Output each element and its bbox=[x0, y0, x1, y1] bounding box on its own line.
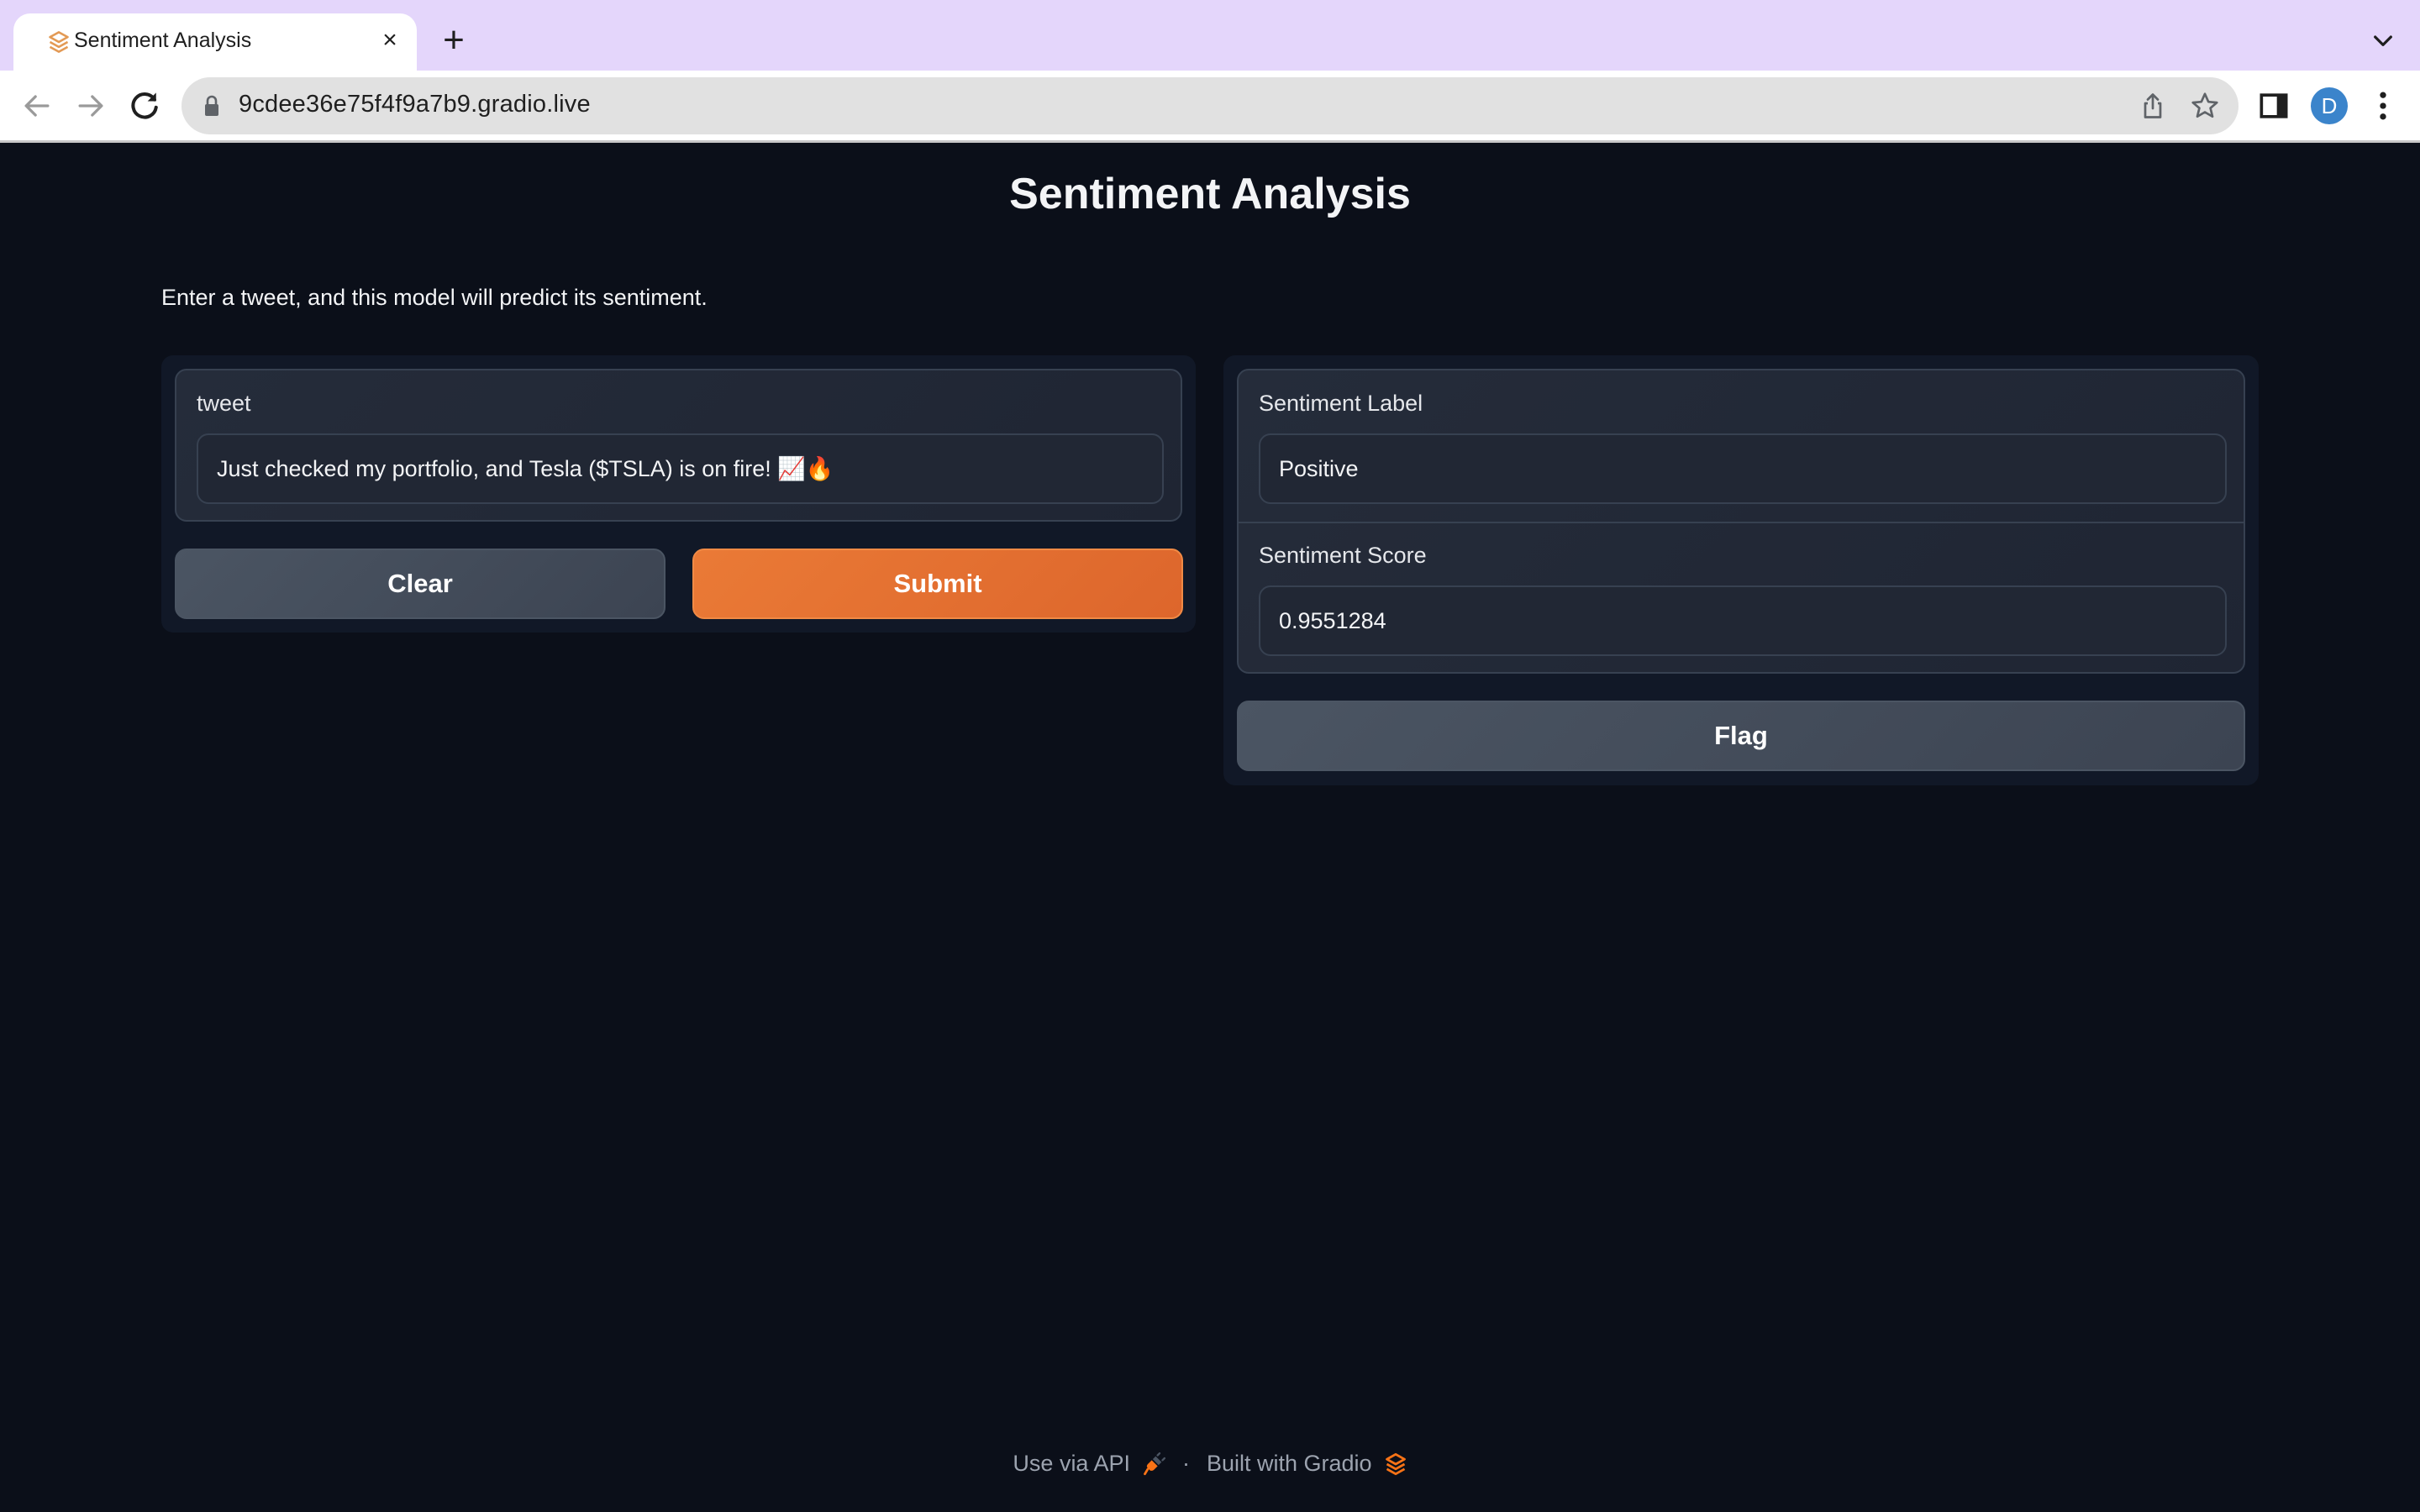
tweet-label: tweet bbox=[197, 391, 251, 416]
clear-button[interactable]: Clear bbox=[175, 549, 666, 619]
sentiment-label-value: Positive bbox=[1279, 455, 1359, 481]
reload-icon[interactable] bbox=[126, 87, 163, 124]
submit-button[interactable]: Submit bbox=[692, 549, 1183, 619]
url-text[interactable]: 9cdee36e75f4f9a7b9.gradio.live bbox=[239, 91, 591, 118]
tab-title: Sentiment Analysis bbox=[74, 29, 252, 52]
lock-icon[interactable] bbox=[203, 94, 220, 118]
plug-icon bbox=[1144, 1452, 1165, 1475]
browser-toolbar: 9cdee36e75f4f9a7b9.gradio.live D bbox=[0, 71, 2420, 143]
sentiment-score-output[interactable]: 0.9551284 bbox=[1259, 585, 2227, 656]
chevron-down-icon[interactable] bbox=[2370, 27, 2396, 54]
share-icon[interactable] bbox=[2138, 91, 2168, 121]
sentiment-score-value: 0.9551284 bbox=[1279, 607, 1386, 633]
gradio-logo-icon bbox=[49, 31, 69, 53]
input-panel: tweet Just checked my portfolio, and Tes… bbox=[161, 355, 1196, 633]
sentiment-label-output[interactable]: Positive bbox=[1259, 433, 2227, 504]
built-with-gradio-link[interactable]: Built with Gradio bbox=[1207, 1451, 1372, 1477]
output-panel: Sentiment Label Positive Sentiment Score… bbox=[1223, 355, 2259, 785]
tweet-input[interactable]: Just checked my portfolio, and Tesla ($T… bbox=[197, 433, 1164, 504]
side-panel-icon[interactable] bbox=[2255, 87, 2292, 124]
sentiment-score-title: Sentiment Score bbox=[1259, 543, 1427, 568]
star-icon[interactable] bbox=[2190, 91, 2220, 121]
footer: Use via API · Built with Gradio bbox=[0, 1451, 2420, 1477]
close-icon[interactable]: × bbox=[375, 25, 405, 55]
flag-button[interactable]: Flag bbox=[1237, 701, 2245, 771]
page-description: Enter a tweet, and this model will predi… bbox=[161, 285, 708, 310]
tweet-block: tweet Just checked my portfolio, and Tes… bbox=[175, 369, 1182, 522]
tweet-input-value: Just checked my portfolio, and Tesla ($T… bbox=[217, 456, 834, 481]
sentiment-label-title: Sentiment Label bbox=[1259, 391, 1423, 416]
arrow-right-icon[interactable] bbox=[72, 87, 109, 124]
browser-tab-active[interactable]: Sentiment Analysis × bbox=[13, 13, 417, 71]
gradio-logo-icon bbox=[1385, 1452, 1406, 1475]
address-bar[interactable]: 9cdee36e75f4f9a7b9.gradio.live bbox=[182, 77, 2238, 134]
arrow-left-icon[interactable] bbox=[18, 87, 55, 124]
kebab-menu-icon[interactable] bbox=[2365, 87, 2402, 124]
footer-separator: · bbox=[1181, 1451, 1190, 1476]
profile-avatar[interactable]: D bbox=[2311, 87, 2348, 124]
browser-tabstrip: Sentiment Analysis × + bbox=[0, 0, 2420, 71]
page-title: Sentiment Analysis bbox=[1009, 170, 1411, 218]
gradio-app: Sentiment Analysis Enter a tweet, and th… bbox=[0, 144, 2420, 1512]
use-via-api-link[interactable]: Use via API bbox=[1013, 1451, 1130, 1477]
block-divider bbox=[1239, 522, 2244, 523]
plus-icon[interactable]: + bbox=[437, 22, 471, 59]
outputs-block: Sentiment Label Positive Sentiment Score… bbox=[1237, 369, 2245, 674]
